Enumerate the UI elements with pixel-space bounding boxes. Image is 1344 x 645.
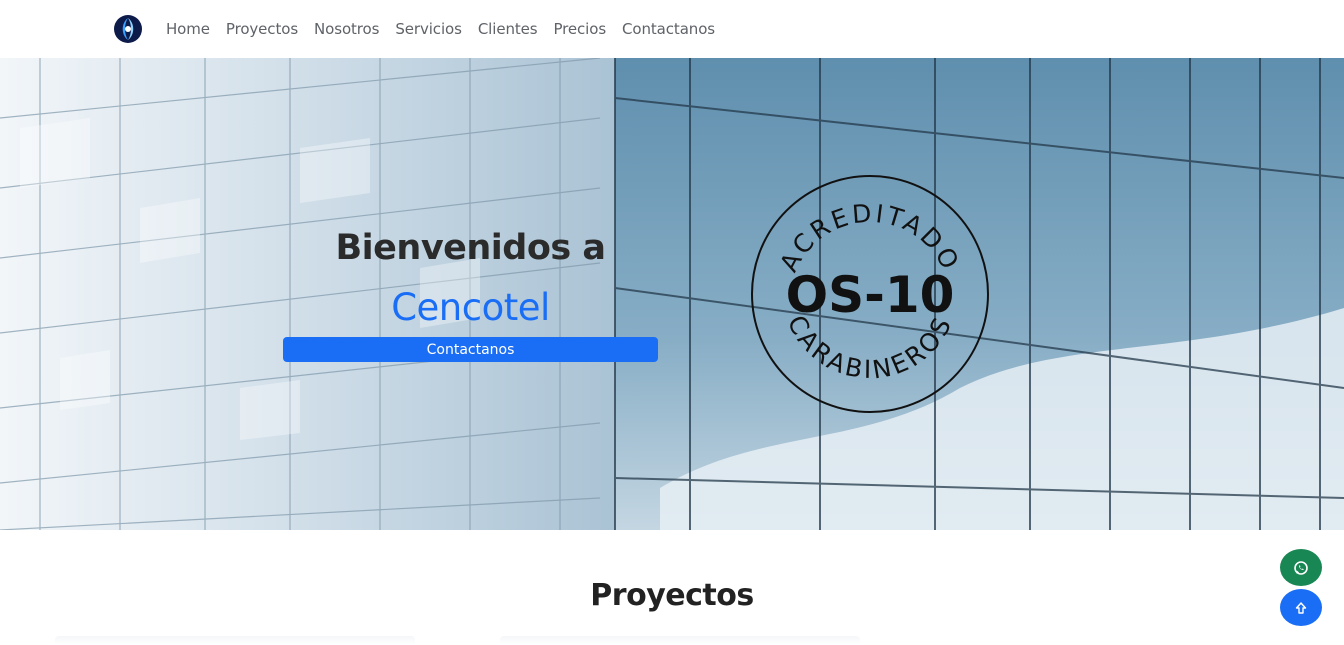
whatsapp-button[interactable] xyxy=(1280,549,1322,586)
nav-clientes[interactable]: Clientes xyxy=(478,20,538,38)
nav-precios[interactable]: Precios xyxy=(553,20,606,38)
hero-banner: Bienvenidos a Cencotel Contactanos ACRED… xyxy=(0,58,1344,530)
main-nav: Home Proyectos Nosotros Servicios Client… xyxy=(166,0,715,58)
badge-center-text: OS-10 xyxy=(786,266,955,324)
nav-proyectos[interactable]: Proyectos xyxy=(226,20,298,38)
hero-title: Bienvenidos a xyxy=(335,228,606,268)
nav-home[interactable]: Home xyxy=(166,20,210,38)
section-title-proyectos: Proyectos xyxy=(590,578,754,613)
nav-nosotros[interactable]: Nosotros xyxy=(314,20,379,38)
project-card xyxy=(500,636,860,645)
whatsapp-icon xyxy=(1294,560,1308,575)
navbar: Home Proyectos Nosotros Servicios Client… xyxy=(0,0,1344,58)
hero-brand-name: Cencotel xyxy=(391,286,550,329)
arrow-up-icon xyxy=(1295,601,1307,614)
accreditation-badge: ACREDITADO OS-10 CARABINEROS xyxy=(748,172,992,416)
cencotel-logo-icon[interactable] xyxy=(113,14,143,44)
scroll-top-button[interactable] xyxy=(1280,589,1322,626)
project-card xyxy=(55,636,415,645)
hero-contact-button[interactable]: Contactanos xyxy=(283,337,658,362)
hero-background-image xyxy=(0,58,1344,530)
svg-text:ACREDITADO: ACREDITADO xyxy=(774,198,966,276)
nav-contactanos[interactable]: Contactanos xyxy=(622,20,715,38)
nav-servicios[interactable]: Servicios xyxy=(395,20,462,38)
badge-top-text: ACREDITADO xyxy=(774,198,963,276)
